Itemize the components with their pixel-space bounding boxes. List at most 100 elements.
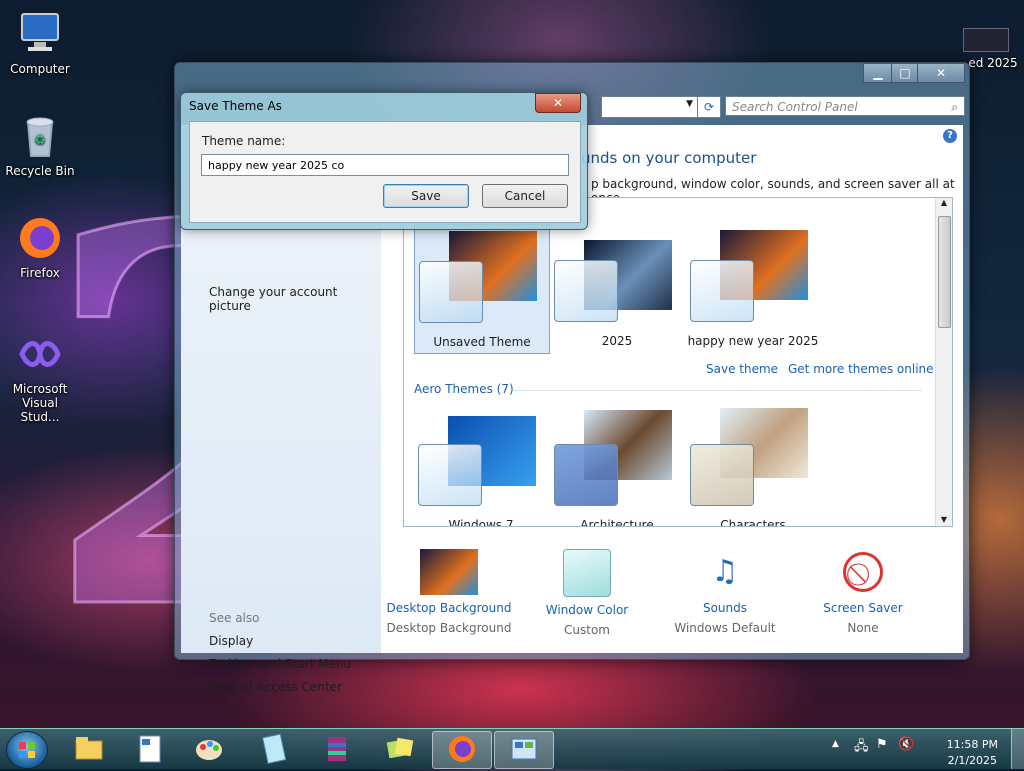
display-link[interactable]: Display bbox=[209, 634, 253, 648]
desktop-background-title: Desktop Background bbox=[386, 601, 512, 615]
window-color-setting[interactable]: Window Color Custom bbox=[507, 549, 667, 637]
sounds-setting[interactable]: ♫ Sounds Windows Default bbox=[645, 549, 805, 635]
theme-color-swatch bbox=[690, 444, 754, 506]
desktop-icon-label-line2: Visual Stud... bbox=[20, 396, 60, 424]
page-heading: unds on your computer bbox=[581, 149, 757, 167]
change-account-picture-link[interactable]: Change your account picture bbox=[209, 285, 381, 313]
taskbar-winrar[interactable] bbox=[308, 731, 366, 767]
clock-date: 2/1/2025 bbox=[947, 754, 998, 767]
computer-icon bbox=[16, 10, 64, 58]
windows-logo-icon bbox=[19, 742, 35, 758]
save-theme-dialog: Save Theme As ✕ Theme name: Save Cancel bbox=[180, 92, 588, 230]
save-theme-link[interactable]: Save theme bbox=[706, 362, 778, 376]
see-also-heading: See also bbox=[209, 611, 260, 625]
volume-muted-icon[interactable]: 🔇 bbox=[898, 737, 914, 752]
system-tray: ▲ 🖧 ⚑ 🔇 11:58 PM 2/1/2025 bbox=[822, 733, 1012, 767]
desktop-icon-label: Recycle Bin bbox=[5, 164, 75, 178]
show-desktop-button[interactable] bbox=[1011, 729, 1024, 769]
theme-color-swatch bbox=[418, 444, 482, 506]
chevron-down-icon[interactable]: ▼ bbox=[686, 99, 693, 109]
ease-of-access-link[interactable]: Ease of Access Center bbox=[209, 680, 342, 694]
window-color-icon bbox=[563, 549, 611, 597]
screen-saver-title: Screen Saver bbox=[823, 601, 903, 615]
sounds-title: Sounds bbox=[702, 601, 748, 615]
theme-color-swatch bbox=[554, 260, 618, 322]
vertical-scrollbar[interactable]: ▲ ▼ bbox=[935, 198, 952, 526]
theme-name-input[interactable] bbox=[201, 154, 569, 176]
sounds-icon: ♫ bbox=[711, 554, 739, 589]
taskbar-wordpad[interactable] bbox=[120, 731, 178, 767]
aero-themes-heading: Aero Themes (7) bbox=[414, 382, 514, 396]
desktop-icon-label: ed 2025 bbox=[968, 56, 1018, 70]
show-hidden-icons-icon[interactable]: ▲ bbox=[832, 739, 839, 749]
taskbar-sticky-notes[interactable] bbox=[370, 731, 428, 767]
desktop-background-setting[interactable]: Desktop Background Desktop Background bbox=[369, 549, 529, 635]
save-button[interactable]: Save bbox=[383, 184, 469, 208]
search-icon[interactable]: ⌕ bbox=[951, 97, 958, 117]
visual-studio-icon bbox=[16, 330, 64, 378]
search-input[interactable]: Search Control Panel ⌕ bbox=[725, 96, 965, 116]
cancel-button[interactable]: Cancel bbox=[482, 184, 568, 208]
start-button[interactable] bbox=[6, 731, 48, 769]
window-color-value: Custom bbox=[564, 623, 610, 637]
svg-text:♻: ♻ bbox=[35, 133, 46, 147]
clock-time: 11:58 PM bbox=[946, 738, 998, 751]
scroll-down-icon[interactable]: ▼ bbox=[936, 515, 952, 524]
theme-label: Unsaved Theme bbox=[433, 335, 531, 349]
paint-icon bbox=[196, 740, 222, 760]
sticky-notes-icon bbox=[386, 737, 414, 759]
clock[interactable]: 11:58 PM 2/1/2025 bbox=[947, 737, 998, 769]
theme-color-swatch bbox=[554, 444, 618, 506]
theme-happy-new-year-2025[interactable]: happy new year 2025 bbox=[686, 224, 820, 352]
desktop-icon-computer[interactable]: Computer bbox=[2, 10, 78, 76]
firefox-icon bbox=[16, 214, 64, 262]
action-center-flag-icon[interactable]: ⚑ bbox=[876, 737, 888, 752]
desktop-icon-recycle-bin[interactable]: ♻ Recycle Bin bbox=[2, 112, 78, 178]
taskbar-paint[interactable] bbox=[180, 731, 238, 767]
theme-unsaved[interactable]: Unsaved Theme bbox=[414, 224, 550, 354]
desktop-icon-label: Computer bbox=[10, 62, 70, 76]
taskbar-control-panel[interactable] bbox=[494, 731, 554, 769]
taskbar-explorer[interactable] bbox=[60, 731, 118, 767]
refresh-icon[interactable]: ⟳ bbox=[697, 96, 721, 118]
desktop-icon-label: Firefox bbox=[20, 266, 60, 280]
section-divider bbox=[514, 390, 922, 391]
taskbar-notepad[interactable] bbox=[244, 731, 302, 767]
screen-saver-setting[interactable]: ⃠ Screen Saver None bbox=[783, 549, 943, 635]
dialog-body: Theme name: Save Cancel bbox=[189, 121, 581, 223]
scroll-thumb[interactable] bbox=[938, 216, 951, 328]
search-placeholder: Search Control Panel bbox=[732, 100, 858, 114]
get-more-themes-link[interactable]: Get more themes online bbox=[788, 362, 934, 376]
window-titlebar[interactable]: ▁ □ ✕ bbox=[175, 63, 969, 89]
address-bar[interactable]: ▼ bbox=[601, 96, 698, 118]
help-icon[interactable]: ? bbox=[943, 129, 957, 143]
taskbar-start-menu-link[interactable]: Taskbar and Start Menu bbox=[209, 657, 351, 671]
desktop-icon-label-line1: Microsoft bbox=[12, 382, 68, 396]
theme-2025[interactable]: 2025 bbox=[550, 224, 684, 352]
themes-list: ▲ ▼ Unsaved Theme 2025 happy new year 20… bbox=[403, 197, 953, 527]
maximize-button[interactable]: □ bbox=[891, 63, 919, 83]
scroll-up-icon[interactable]: ▲ bbox=[936, 198, 952, 207]
window-close-button[interactable]: ✕ bbox=[917, 63, 965, 83]
desktop-background-value: Desktop Background bbox=[386, 621, 512, 635]
network-icon[interactable]: 🖧 bbox=[854, 737, 869, 759]
theme-architecture[interactable]: Architecture bbox=[550, 408, 684, 526]
theme-label: Windows 7 bbox=[448, 518, 514, 527]
recycle-bin-icon: ♻ bbox=[16, 112, 64, 160]
wordpad-icon bbox=[139, 735, 161, 763]
desktop-icon-visual-studio[interactable]: Microsoft Visual Stud... bbox=[2, 330, 78, 424]
image-thumbnail-icon bbox=[963, 28, 1009, 52]
window-color-title: Window Color bbox=[545, 603, 629, 617]
theme-windows-7[interactable]: Windows 7 bbox=[414, 408, 548, 527]
theme-label: happy new year 2025 bbox=[687, 334, 819, 348]
dialog-close-button[interactable]: ✕ bbox=[535, 93, 581, 113]
theme-label: 2025 bbox=[601, 334, 633, 348]
theme-label: Characters bbox=[720, 518, 786, 527]
winrar-icon bbox=[328, 737, 346, 761]
theme-characters[interactable]: Characters bbox=[686, 408, 820, 527]
explorer-icon bbox=[75, 737, 103, 760]
desktop-background-icon bbox=[420, 549, 478, 595]
minimize-button[interactable]: ▁ bbox=[863, 63, 893, 83]
taskbar-firefox[interactable] bbox=[432, 731, 492, 769]
desktop-icon-firefox[interactable]: Firefox bbox=[2, 214, 78, 280]
